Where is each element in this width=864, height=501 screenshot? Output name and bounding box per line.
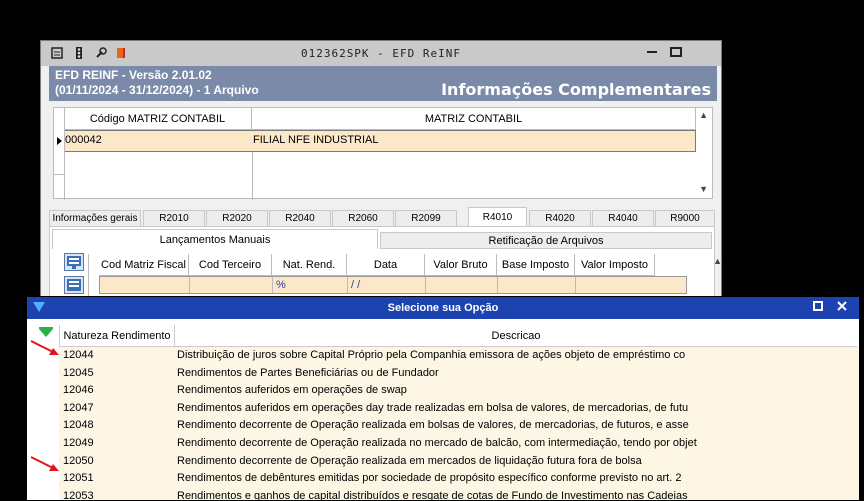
column-header-base-imposto[interactable]: Base Imposto <box>497 254 575 276</box>
list-record-icon[interactable] <box>64 276 84 294</box>
table-row[interactable]: 000042 FILIAL NFE INDUSTRIAL <box>64 130 696 152</box>
tab-retificacao-arquivos[interactable]: Retificação de Arquivos <box>380 232 712 249</box>
tab-r2060[interactable]: R2060 <box>332 210 394 227</box>
grid-divider <box>64 108 65 200</box>
filter-icon[interactable] <box>33 302 45 312</box>
descricao-cell: Rendimentos e ganhos de capital distribu… <box>177 489 688 501</box>
column-header-valor-bruto[interactable]: Valor Bruto <box>425 254 497 276</box>
natureza-cell: 12053 <box>63 489 94 501</box>
title-bar: 012362SPK - EFD ReINF <box>41 41 721 66</box>
options-list: 12044 Distribuição de juros sobre Capital… <box>59 347 859 501</box>
natureza-cell: 12045 <box>63 366 94 379</box>
natureza-cell: 12047 <box>63 401 94 414</box>
maximize-icon[interactable] <box>669 46 683 58</box>
column-header-descricao[interactable]: Descricao <box>175 325 857 347</box>
descricao-cell: Rendimento decorrente de Operação realiz… <box>177 454 642 467</box>
tab-bar: Informações gerais R2010 R2020 R2040 R20… <box>49 207 715 228</box>
base-imposto-cell[interactable] <box>498 277 576 293</box>
natureza-cell: 12044 <box>63 349 94 361</box>
cod-matriz-fiscal-cell[interactable] <box>100 277 190 293</box>
list-item[interactable]: 12050 Rendimento decorrente de Operação r… <box>59 453 859 471</box>
red-arrow-icon <box>30 456 59 471</box>
list-item[interactable]: 12047 Rendimentos auferidos em operações … <box>59 400 859 418</box>
red-arrow-icon <box>30 340 59 355</box>
column-header-matriz[interactable]: MATRIZ CONTABIL <box>252 108 696 130</box>
tab-r2040[interactable]: R2040 <box>269 210 331 227</box>
tab-lancamentos-manuais[interactable]: Lançamentos Manuais <box>52 229 378 249</box>
tab-r9000[interactable]: R9000 <box>655 210 715 227</box>
window-title: 012362SPK - EFD ReINF <box>300 47 462 60</box>
list-item[interactable]: 12053 Rendimentos e ganhos de capital dis… <box>59 488 859 501</box>
tab-informacoes-gerais[interactable]: Informações gerais <box>49 210 141 227</box>
descricao-cell: Rendimentos de Partes Beneficiárias ou d… <box>177 366 439 379</box>
row-pointer-icon <box>57 137 62 145</box>
tab-r4020[interactable]: R4020 <box>529 210 591 227</box>
matriz-cell[interactable]: FILIAL NFE INDUSTRIAL <box>253 134 379 146</box>
scroll-up-icon[interactable]: ▲ <box>713 256 722 266</box>
natureza-cell: 12046 <box>63 384 94 397</box>
popup-title: Selecione sua Opção <box>27 297 859 319</box>
list-item[interactable]: 12046 Rendimentos auferidos em operações … <box>59 382 859 400</box>
list-item[interactable]: 12045 Rendimentos de Partes Beneficiárias… <box>59 365 859 383</box>
column-header-nat-rend[interactable]: Nat. Rend. <box>272 254 347 276</box>
list-item[interactable]: 12051 Rendimentos de debêntures emitidas … <box>59 470 859 488</box>
column-header-valor-imposto[interactable]: Valor Imposto <box>575 254 655 276</box>
table-row[interactable]: % / / <box>99 276 687 294</box>
grid-divider <box>252 152 253 200</box>
descricao-cell: Rendimento decorrente de Operação realiz… <box>177 419 689 432</box>
column-header-natureza[interactable]: Natureza Rendimento <box>59 325 175 347</box>
descricao-cell: Rendimento decorrente de Operação realiz… <box>177 437 697 449</box>
natureza-cell: 12050 <box>63 454 94 467</box>
column-header-cod-terceiro[interactable]: Cod Terceiro <box>189 254 272 276</box>
tab-r4040[interactable]: R4040 <box>592 210 654 227</box>
column-header-cod-matriz-fiscal[interactable]: Cod Matriz Fiscal <box>99 254 189 276</box>
matriz-grid[interactable]: Código MATRIZ CONTABIL MATRIZ CONTABIL 0… <box>53 107 713 200</box>
version-label: EFD REINF - Versão 2.01.02 <box>55 68 212 82</box>
list-item[interactable]: 12044 Distribuição de juros sobre Capital… <box>59 347 859 365</box>
minimize-icon[interactable] <box>645 46 659 58</box>
valor-bruto-cell[interactable] <box>426 277 498 293</box>
options-grid[interactable]: Natureza Rendimento Descricao 12044 Distr… <box>59 325 859 501</box>
tab-r2020[interactable]: R2020 <box>206 210 268 227</box>
scroll-down-icon[interactable]: ▼ <box>699 184 708 194</box>
tab-r4010[interactable]: R4010 <box>468 207 527 228</box>
descricao-cell: Rendimentos de debêntures emitidas por s… <box>177 472 682 485</box>
page-title: Informações Complementares <box>441 80 711 99</box>
sort-icon[interactable] <box>39 329 53 337</box>
column-header-codigo[interactable]: Código MATRIZ CONTABIL <box>64 108 252 130</box>
list-item[interactable]: 12048 Rendimento decorrente de Operação r… <box>59 417 859 435</box>
app-header: EFD REINF - Versão 2.01.02 (01/11/2024 -… <box>49 66 717 101</box>
tab-r2010[interactable]: R2010 <box>143 210 205 227</box>
descricao-cell: Distribuição de juros sobre Capital Próp… <box>177 349 686 361</box>
add-record-icon[interactable] <box>64 253 84 271</box>
cod-terceiro-cell[interactable] <box>190 277 273 293</box>
descricao-cell: Rendimentos auferidos em operações day t… <box>177 401 689 414</box>
valor-imposto-cell[interactable] <box>576 277 686 293</box>
maximize-icon[interactable] <box>813 300 823 314</box>
nat-rend-cell[interactable]: % <box>273 277 348 293</box>
data-cell[interactable]: / / <box>348 277 426 293</box>
close-icon[interactable] <box>837 300 847 314</box>
tab-r2099[interactable]: R2099 <box>395 210 457 227</box>
grid-divider <box>54 174 64 175</box>
natureza-cell: 12051 <box>63 472 94 485</box>
codigo-cell[interactable]: 000042 <box>65 134 102 146</box>
descricao-cell: Rendimentos auferidos em operações de sw… <box>177 384 407 397</box>
selection-popup: Selecione sua Opção Natureza Rendimento … <box>26 296 860 501</box>
period-label: (01/11/2024 - 31/12/2024) - 1 Arquivo <box>55 83 259 97</box>
natureza-cell: 12048 <box>63 419 94 432</box>
column-header-data[interactable]: Data <box>347 254 425 276</box>
scroll-up-icon[interactable]: ▲ <box>699 110 708 120</box>
list-item[interactable]: 12049 Rendimento decorrente de Operação r… <box>59 435 859 453</box>
natureza-cell: 12049 <box>63 437 94 449</box>
